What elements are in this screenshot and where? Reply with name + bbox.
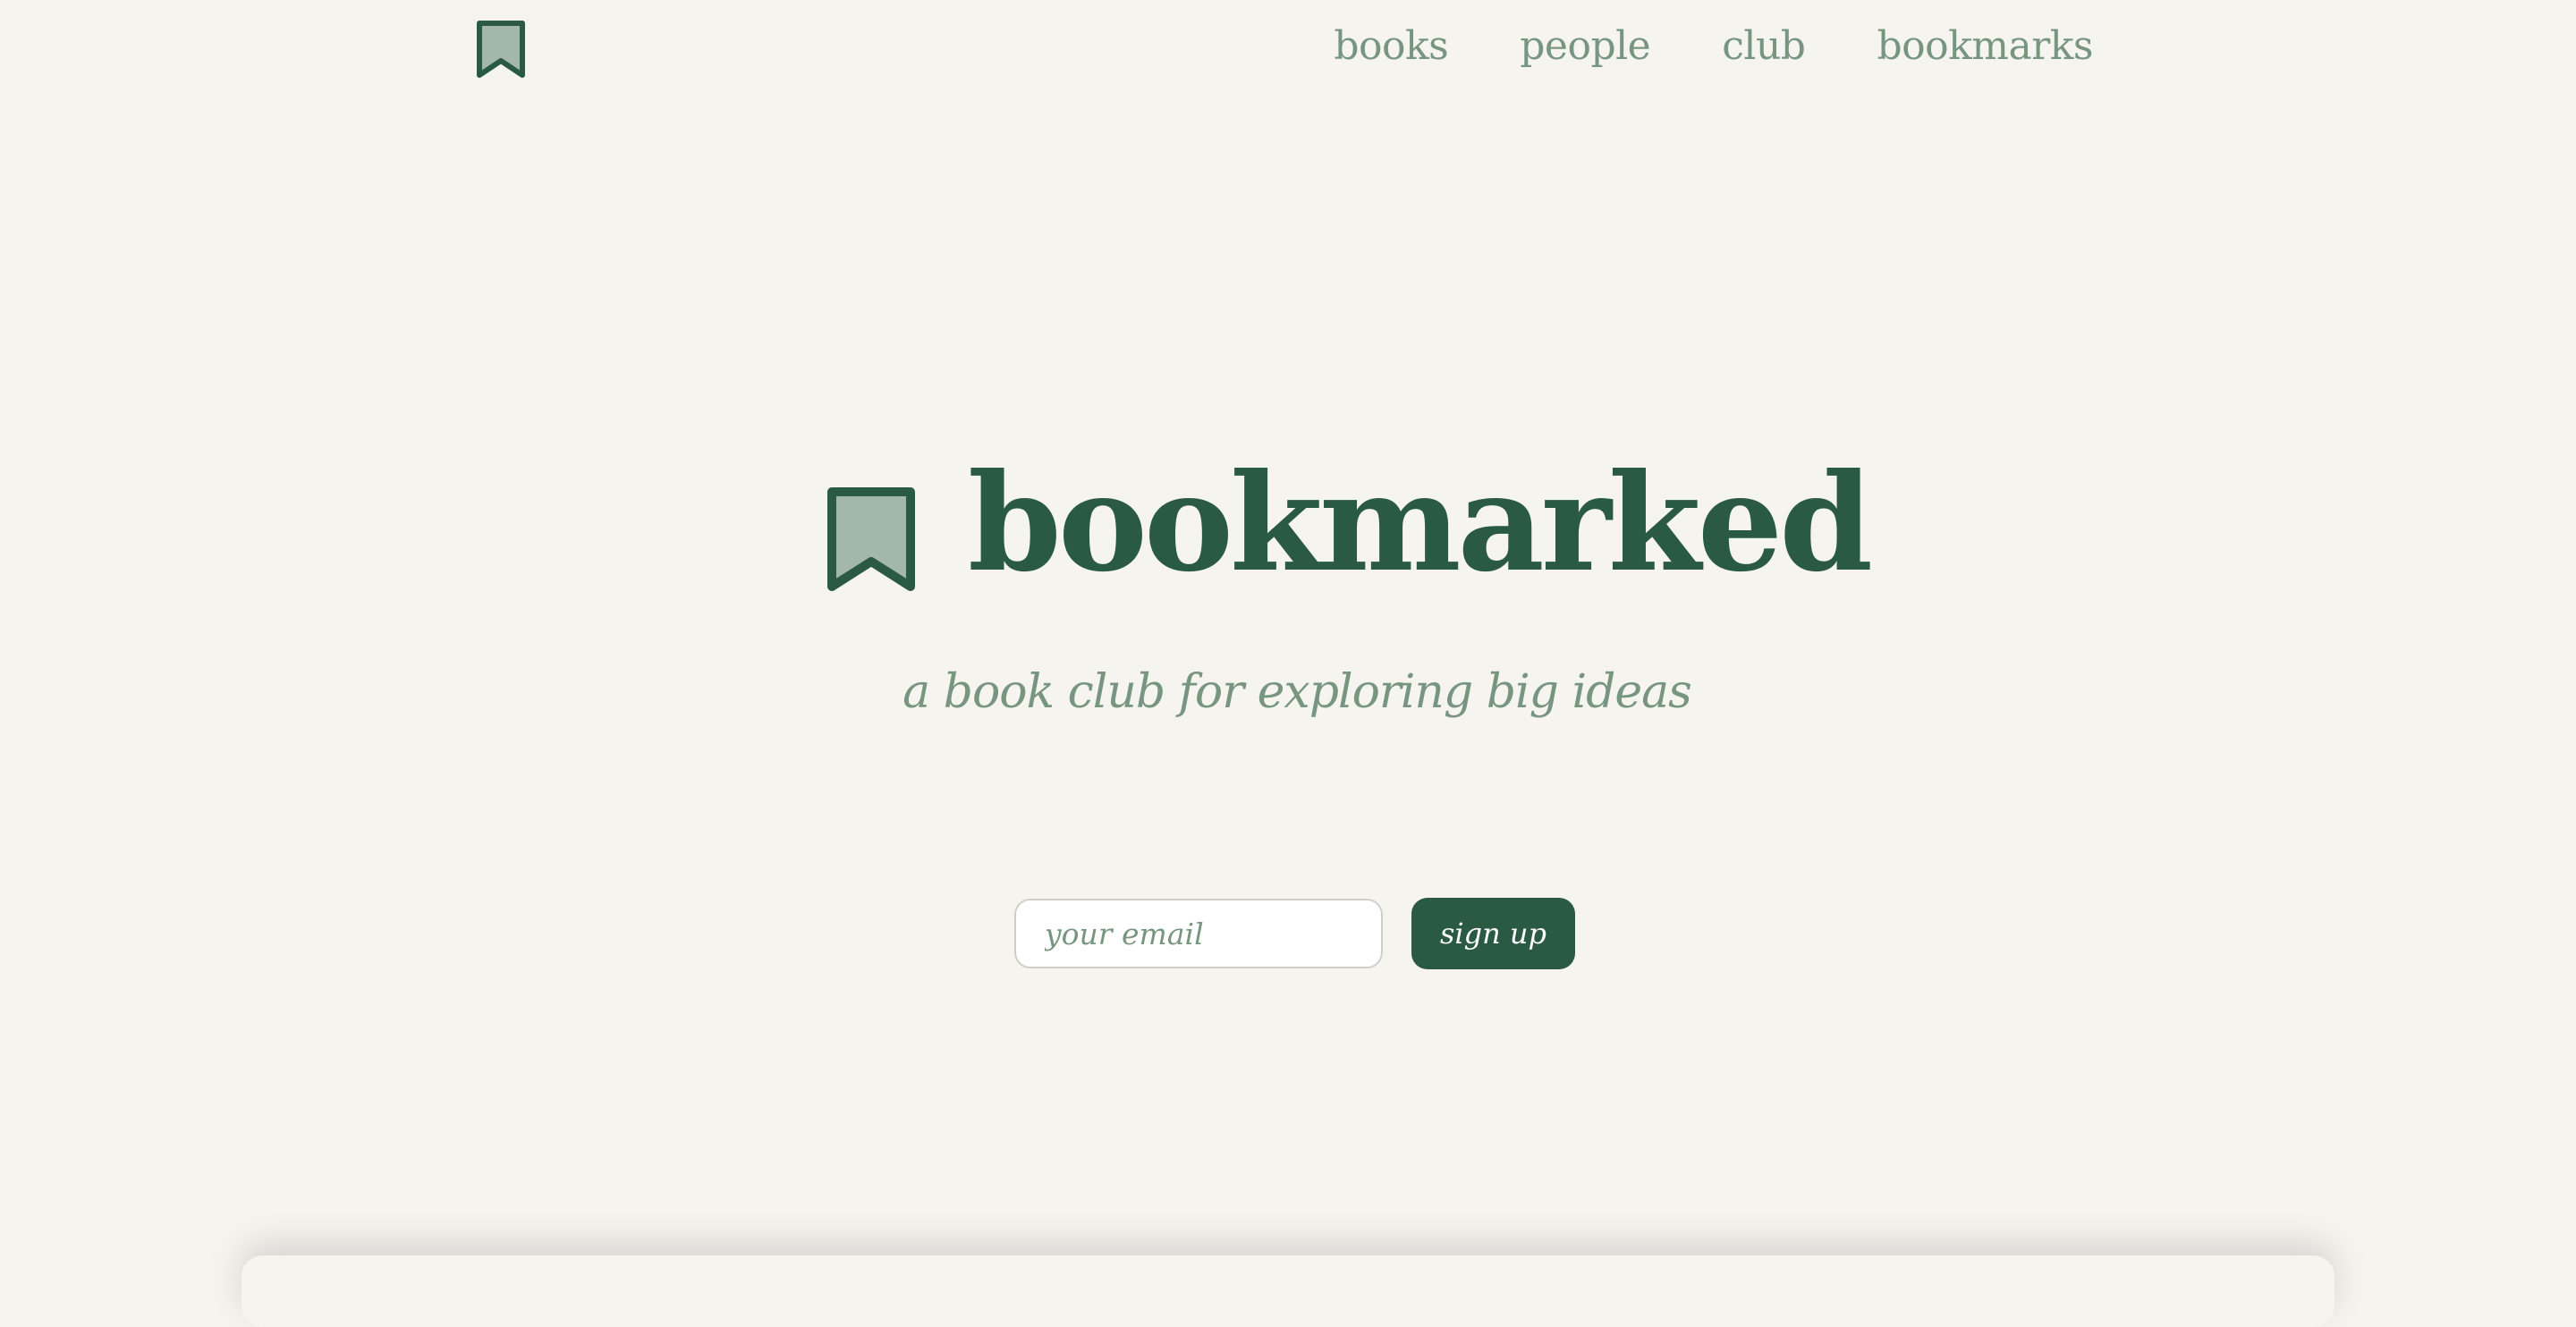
signup-form: sign up [1014,898,1576,969]
email-input[interactable] [1014,899,1383,968]
brand-title: bookmarked [968,444,1873,602]
content-card [242,1255,2334,1327]
nav-link-people[interactable]: people [1520,23,1650,69]
nav-link-books[interactable]: books [1334,23,1448,69]
nav-link-bookmarks[interactable]: bookmarks [1877,23,2093,69]
nav-link-club[interactable]: club [1722,23,1806,69]
sign-up-button[interactable]: sign up [1411,898,1576,969]
bookmark-hero-icon [827,487,915,591]
bookmark-logo-icon[interactable] [476,20,526,80]
main-nav: books people club bookmarks [1334,23,2093,69]
brand-tagline: a book club for exploring big ideas [902,665,1692,719]
